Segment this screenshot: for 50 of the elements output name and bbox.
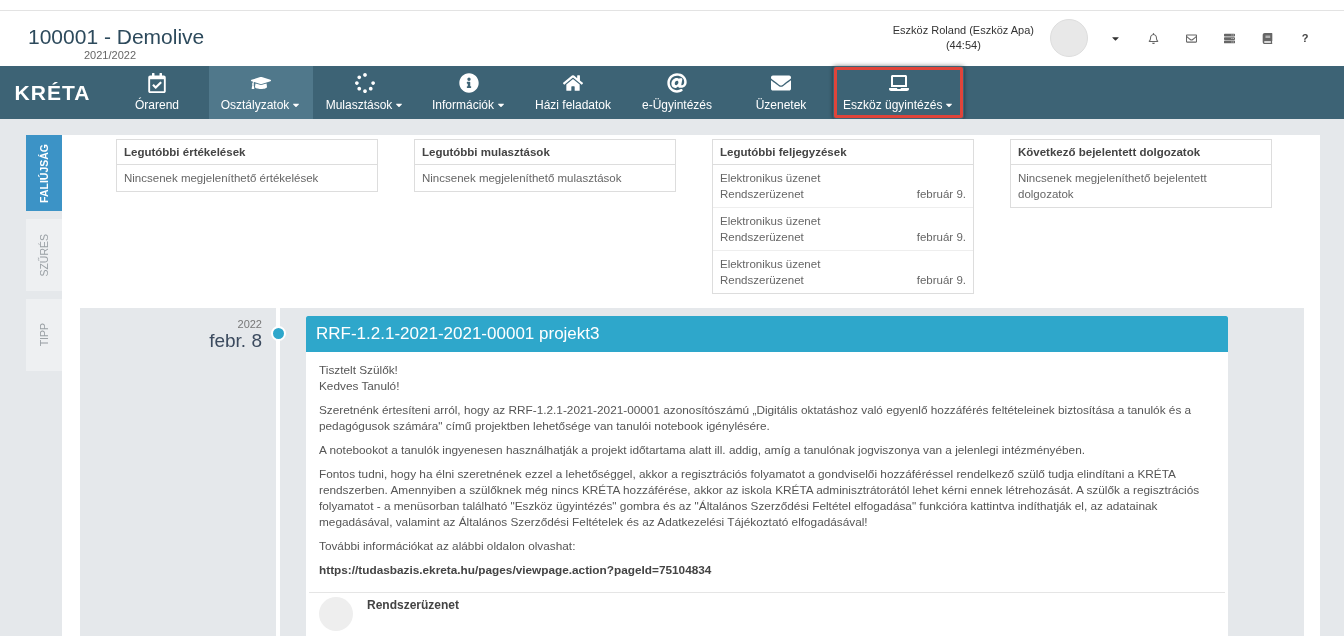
logo[interactable]: KRÉTA xyxy=(0,66,105,119)
note-title: Elektronikus üzenet xyxy=(720,258,821,270)
nav-item[interactable]: Üzenetek xyxy=(729,66,833,119)
nav-item[interactable]: Információk xyxy=(417,66,521,119)
note-row[interactable]: Elektronikus üzenet Rendszerüzenet február 9. xyxy=(713,165,973,208)
note-type: Rendszerüzenet xyxy=(720,230,804,245)
school-year: 2021/2022 xyxy=(84,49,137,61)
post-date: febr. 8 xyxy=(209,330,262,352)
nav-item[interactable]: Órarend xyxy=(105,66,209,119)
note-date: február 9. xyxy=(916,187,966,202)
note-date: február 9. xyxy=(916,230,966,245)
page-title: 100001 - Demolive xyxy=(28,25,205,49)
side-tab[interactable]: FALIÚJSÁG xyxy=(26,135,62,211)
info-icon xyxy=(459,73,479,93)
note-title: Elektronikus üzenet xyxy=(720,215,821,227)
post-title: RRF-1.2.1-2021-2021-00001 projekt3 xyxy=(306,316,1228,352)
widget-title: Legutóbbi értékelések xyxy=(117,140,377,165)
note-type: Rendszerüzenet xyxy=(720,273,804,288)
note-date: február 9. xyxy=(916,273,966,288)
nav-item[interactable]: Eszköz ügyintézés xyxy=(833,66,965,119)
empty-message: Nincsenek megjeleníthető bejelentett dolgozatok xyxy=(1017,171,1208,202)
envelope-icon xyxy=(771,73,791,93)
widget-title: Következő bejelentett dolgozatok xyxy=(1011,140,1271,165)
note-row[interactable]: Elektronikus üzenet Rendszerüzenet február 9. xyxy=(713,251,973,293)
greeting: Kedves Tanuló! xyxy=(319,378,401,394)
laptop-icon xyxy=(888,73,909,93)
info-link[interactable]: https://tudasbazis.ekreta.hu/pages/viewpage.action?pageId=75104834 xyxy=(319,562,1215,578)
at-sign-icon xyxy=(667,73,687,93)
widget-title: Legutóbbi feljegyzések xyxy=(713,140,973,165)
help-link[interactable]: ? xyxy=(1294,32,1316,44)
post-paragraph: Szeretnénk értesíteni arról, hogy az RRF-1.2.1-2021-2021-00001 azonosítószámú „Digitális oktatáshoz való egyenlő hozzáférés feltételeinek biztosítása a tanulók és a pedagógusok számára" című projektben lehetősége van tanulói notebook igénylésére. xyxy=(319,402,1193,434)
widget-title: Legutóbbi mulasztások xyxy=(415,140,675,165)
post-paragraph: Fontos tudni, hogy ha élni szeretnének ezzel a lehetőséggel, akkor a regisztrációs folyamatot a gondviselői hozzáféréssel rendelkező szülő tudja elindítani a KRÉTA rendszerben. Amennyiben a szülőknek még nincs KRÉTA hozzáférése, akkor az iskola KRÉTA adminisztrátorától lehet kérni ennek létrehozását. A szülők a regisztrációs folyamatot - a menüsorban található "Eszköz ügyintézés" gombra és az "Általános Szerződési Feltétel elfogadása" funkcióra kattintva indíthatják el, az adatainak megadásával, valamint az Általános Szerződési Feltételek és az Adatkezelési Tájékoztató elfogadásával! xyxy=(319,466,1201,530)
empty-message: Nincsenek megjeleníthető mulasztások xyxy=(421,171,623,186)
greeting: Tisztelt Szülők! xyxy=(319,362,399,378)
note-row[interactable]: Elektronikus üzenet Rendszerüzenet február 9. xyxy=(713,208,973,251)
nav-item[interactable]: e-Ügyintézés xyxy=(625,66,729,119)
post-paragraph: További információkat az alábbi oldalon olvashat: xyxy=(319,538,577,554)
post-paragraph: A notebookot a tanulók ingyenesen használhatják a projekt időtartama alatt ill. addig, amíg a tanulónak jogviszonya van a jelenlegi intézményében. xyxy=(319,442,1086,458)
house-icon xyxy=(563,73,583,93)
calendar-check-icon xyxy=(147,73,167,93)
author-name: Rendszerüzenet xyxy=(367,597,460,614)
post-year: 2022 xyxy=(237,318,262,330)
nav-item[interactable]: Mulasztások xyxy=(313,66,417,119)
user-name: Eszköz Roland (Eszköz Apa) (44:54) xyxy=(892,23,1034,53)
empty-message: Nincsenek megjeleníthető értékelések xyxy=(123,171,320,186)
nav-item[interactable]: Osztályzatok xyxy=(209,66,313,119)
note-type: Rendszerüzenet xyxy=(720,187,804,202)
note-title: Elektronikus üzenet xyxy=(720,172,821,184)
nav-item[interactable]: Házi feladatok xyxy=(521,66,625,119)
